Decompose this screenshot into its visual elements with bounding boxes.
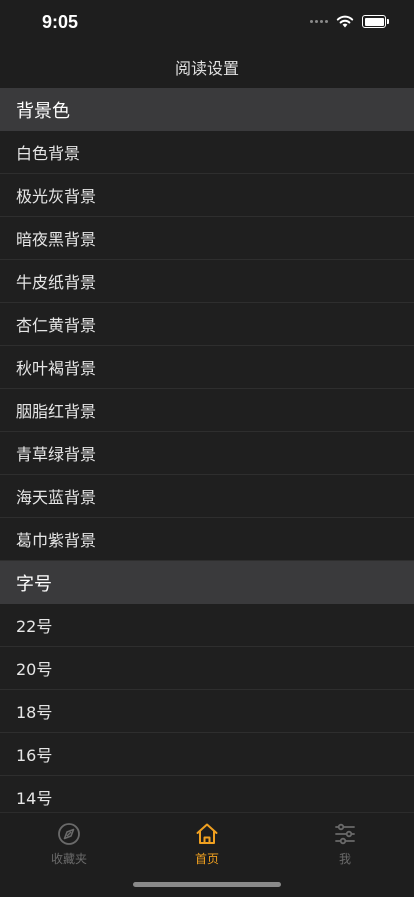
section-header-font-size: 字号 <box>0 561 414 604</box>
font-size-option[interactable]: 22号 <box>0 604 414 647</box>
tab-home[interactable]: 首页 <box>138 821 276 869</box>
font-size-option[interactable]: 20号 <box>0 647 414 690</box>
background-option[interactable]: 秋叶褐背景 <box>0 346 414 389</box>
status-icons <box>310 15 389 28</box>
tab-label: 收藏夹 <box>50 852 87 866</box>
background-option[interactable]: 牛皮纸背景 <box>0 260 414 303</box>
battery-icon <box>362 15 389 28</box>
page-title: 阅读设置 <box>174 59 239 78</box>
home-icon <box>196 823 218 844</box>
home-indicator <box>133 882 281 887</box>
tab-favorites[interactable]: 收藏夹 <box>0 821 138 869</box>
section-header-background: 背景色 <box>0 88 414 131</box>
background-option[interactable]: 白色背景 <box>0 131 414 174</box>
font-size-option[interactable]: 18号 <box>0 690 414 733</box>
background-option[interactable]: 暗夜黑背景 <box>0 217 414 260</box>
settings-list[interactable]: 背景色 白色背景 极光灰背景 暗夜黑背景 牛皮纸背景 杏仁黄背景 秋叶褐背景 胭… <box>0 88 414 812</box>
cellular-signal-icon <box>310 20 328 23</box>
tab-label: 首页 <box>194 852 219 866</box>
nav-bar: 阅读设置 <box>0 46 414 88</box>
background-option[interactable]: 极光灰背景 <box>0 174 414 217</box>
wifi-icon <box>336 15 354 28</box>
status-time: 9:05 <box>42 12 79 32</box>
font-size-option[interactable]: 14号 <box>0 776 414 812</box>
status-bar: 9:05 <box>0 0 414 46</box>
tab-label: 我 <box>338 852 351 866</box>
background-option[interactable]: 青草绿背景 <box>0 432 414 475</box>
background-option[interactable]: 胭脂红背景 <box>0 389 414 432</box>
background-option[interactable]: 杏仁黄背景 <box>0 303 414 346</box>
font-size-option[interactable]: 16号 <box>0 733 414 776</box>
background-option[interactable]: 葛巾紫背景 <box>0 518 414 561</box>
sliders-icon <box>335 823 355 845</box>
tab-me[interactable]: 我 <box>276 821 414 869</box>
compass-icon <box>58 823 80 845</box>
background-option[interactable]: 海天蓝背景 <box>0 475 414 518</box>
